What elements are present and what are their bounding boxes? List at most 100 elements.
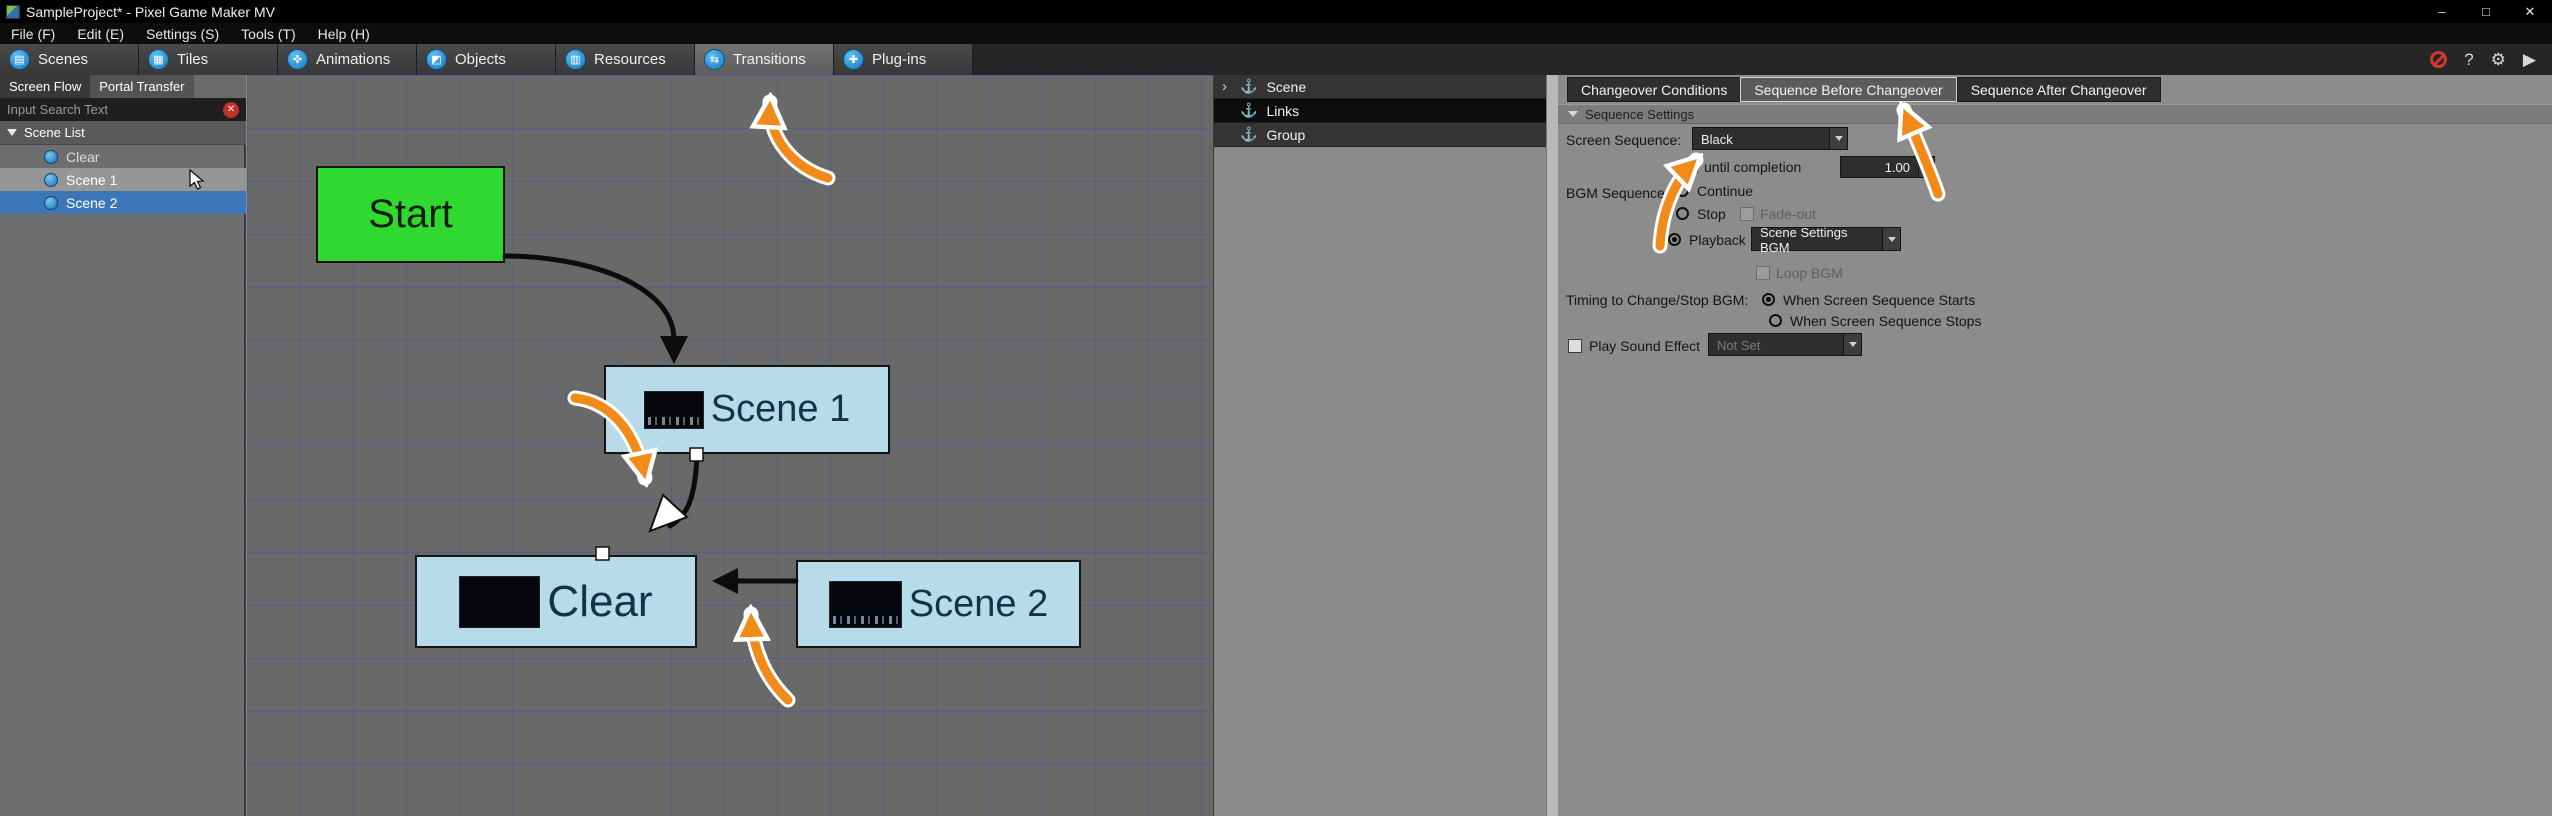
tab-objects-label: Objects xyxy=(455,51,506,68)
collapse-triangle-icon xyxy=(1568,111,1578,117)
chevron-down-icon xyxy=(1829,128,1847,149)
tab-resources[interactable]: ▥ Resources xyxy=(556,44,695,75)
bgm-stop-radio[interactable] xyxy=(1676,207,1689,220)
link-handle-scene1-bottom[interactable] xyxy=(689,447,704,462)
tab-transitions[interactable]: ⇆ Transitions xyxy=(695,44,834,75)
workspace: Screen Flow Portal Transfer Input Search… xyxy=(0,75,2552,816)
flow-connections xyxy=(502,253,799,594)
tab-scenes[interactable]: ▤ Scenes xyxy=(0,44,139,75)
section-title: Sequence Settings xyxy=(1585,106,1695,122)
list-item-label: Scene 1 xyxy=(66,171,118,188)
toolbar-right: ? ⚙ ▶ xyxy=(2430,44,2552,75)
until-completion-checkbox[interactable]: ✓ xyxy=(1684,159,1698,173)
tab-sequence-after-changeover[interactable]: Sequence After Changeover xyxy=(1956,77,2161,102)
link-start-scene1-arrowhead xyxy=(660,336,688,364)
fade-out-checkbox[interactable] xyxy=(1740,207,1754,221)
scene-flow-panel: Screen Flow Portal Transfer Input Search… xyxy=(0,75,246,816)
tab-plugins-label: Plug-ins xyxy=(872,51,927,68)
app-icon xyxy=(6,4,20,19)
expander-icon[interactable]: › xyxy=(1222,78,1231,95)
layer-row-links[interactable]: ⚓ Links xyxy=(1214,99,1546,123)
sound-effect-dropdown[interactable]: Not Set xyxy=(1708,333,1862,356)
bgm-continue-label: Continue xyxy=(1697,183,1754,199)
objects-icon: ◩ xyxy=(426,49,447,70)
tab-tiles[interactable]: ▦ Tiles xyxy=(139,44,278,75)
bgm-playback-radio[interactable] xyxy=(1668,233,1681,246)
loop-bgm-checkbox[interactable] xyxy=(1756,266,1770,280)
close-button[interactable]: ✕ xyxy=(2508,0,2552,23)
until-completion-spinner[interactable]: 1.00 xyxy=(1840,156,1935,178)
bgm-sequence-label: BGM Sequence: xyxy=(1566,185,1669,201)
play-sound-effect-checkbox[interactable] xyxy=(1568,339,1582,353)
anchor-icon: ⚓ xyxy=(1240,126,1258,142)
tab-changeover-conditions[interactable]: Changeover Conditions xyxy=(1567,77,1741,102)
list-item-scene-1[interactable]: Scene 1 xyxy=(0,168,246,191)
record-disabled-icon[interactable] xyxy=(2430,51,2448,68)
tab-scenes-label: Scenes xyxy=(38,51,89,68)
screen-sequence-dropdown[interactable]: Black xyxy=(1692,127,1848,150)
layer-panel: › ⚓ Scene ⚓ Links ⚓ Group xyxy=(1213,75,1546,816)
tab-animations[interactable]: ✜ Animations xyxy=(278,44,417,75)
link-start-scene1[interactable] xyxy=(502,253,677,340)
scene-list-title: Scene List xyxy=(24,125,85,140)
layer-row-label: Scene xyxy=(1266,78,1307,95)
tab-resources-label: Resources xyxy=(594,51,666,68)
menu-settings[interactable]: Settings (S) xyxy=(135,23,230,44)
bgm-stop-label: Stop xyxy=(1697,206,1726,222)
spin-up-icon[interactable] xyxy=(1919,157,1934,167)
timing-stops-radio[interactable] xyxy=(1769,314,1782,327)
scene-icon xyxy=(44,195,58,210)
app-window: SampleProject* - Pixel Game Maker MV – □… xyxy=(0,0,2552,816)
clear-search-icon[interactable]: ✕ xyxy=(223,101,239,118)
tab-portal-transfer[interactable]: Portal Transfer xyxy=(90,75,194,98)
tab-sequence-before-changeover[interactable]: Sequence Before Changeover xyxy=(1740,77,1957,102)
flow-canvas[interactable]: Start Scene 1 Clear Scene 2 xyxy=(247,75,1213,816)
run-icon[interactable]: ▶ xyxy=(2523,50,2536,70)
menu-tools[interactable]: Tools (T) xyxy=(230,23,306,44)
minimize-button[interactable]: – xyxy=(2420,0,2464,23)
tab-plugins[interactable]: ✚ Plug-ins xyxy=(834,44,973,75)
list-item-clear[interactable]: Clear xyxy=(0,145,246,168)
menu-edit[interactable]: Edit (E) xyxy=(66,23,135,44)
fade-out-label: Fade-out xyxy=(1760,206,1817,222)
tab-screen-flow[interactable]: Screen Flow xyxy=(0,75,91,98)
link-scene2-clear-arrowhead xyxy=(712,568,738,594)
help-icon[interactable]: ? xyxy=(2464,50,2473,70)
link-handle-clear-top[interactable] xyxy=(595,546,610,561)
gear-icon[interactable]: ⚙ xyxy=(2491,50,2506,70)
loop-bgm-label: Loop BGM xyxy=(1776,265,1843,281)
anchor-icon: ⚓ xyxy=(1240,102,1258,118)
search-input[interactable]: Input Search Text xyxy=(7,102,223,117)
bgm-playback-dropdown[interactable]: Scene Settings BGM xyxy=(1751,225,1901,255)
sequence-settings-header[interactable]: Sequence Settings xyxy=(1558,104,2552,124)
maximize-button[interactable]: □ xyxy=(2464,0,2508,23)
bgm-continue-radio[interactable] xyxy=(1676,184,1689,197)
menubar: File (F) Edit (E) Settings (S) Tools (T)… xyxy=(0,23,2552,44)
chevron-down-icon xyxy=(1882,228,1900,250)
list-item-scene-2[interactable]: Scene 2 xyxy=(0,191,246,214)
scene-list-header[interactable]: Scene List xyxy=(0,121,246,145)
animations-icon: ✜ xyxy=(287,49,308,70)
titlebar: SampleProject* - Pixel Game Maker MV – □… xyxy=(0,0,2552,23)
spin-down-icon[interactable] xyxy=(1919,167,1934,177)
menu-file[interactable]: File (F) xyxy=(0,23,66,44)
layer-row-group[interactable]: ⚓ Group xyxy=(1214,123,1546,147)
expand-triangle-icon xyxy=(7,129,17,136)
screen-sequence-value: Black xyxy=(1701,132,1733,147)
layer-row-scene[interactable]: › ⚓ Scene xyxy=(1214,75,1546,99)
left-panel-tabs: Screen Flow Portal Transfer xyxy=(0,75,246,98)
until-completion-value: 1.00 xyxy=(1884,159,1910,175)
list-item-label: Scene 2 xyxy=(66,194,118,211)
timing-stops-label: When Screen Sequence Stops xyxy=(1790,313,1982,329)
mouse-cursor xyxy=(189,169,205,190)
menu-help[interactable]: Help (H) xyxy=(307,23,381,44)
check-icon: ✓ xyxy=(1685,159,1697,173)
anchor-icon: ⚓ xyxy=(1240,78,1258,94)
middle-panel-scrollbar[interactable] xyxy=(1546,75,1558,816)
timing-starts-radio[interactable] xyxy=(1762,293,1775,306)
list-item-label: Clear xyxy=(66,148,100,165)
tab-objects[interactable]: ◩ Objects xyxy=(417,44,556,75)
spinner-buttons xyxy=(1918,157,1934,177)
timing-starts-label: When Screen Sequence Starts xyxy=(1783,292,1976,308)
scene-icon xyxy=(44,172,58,187)
